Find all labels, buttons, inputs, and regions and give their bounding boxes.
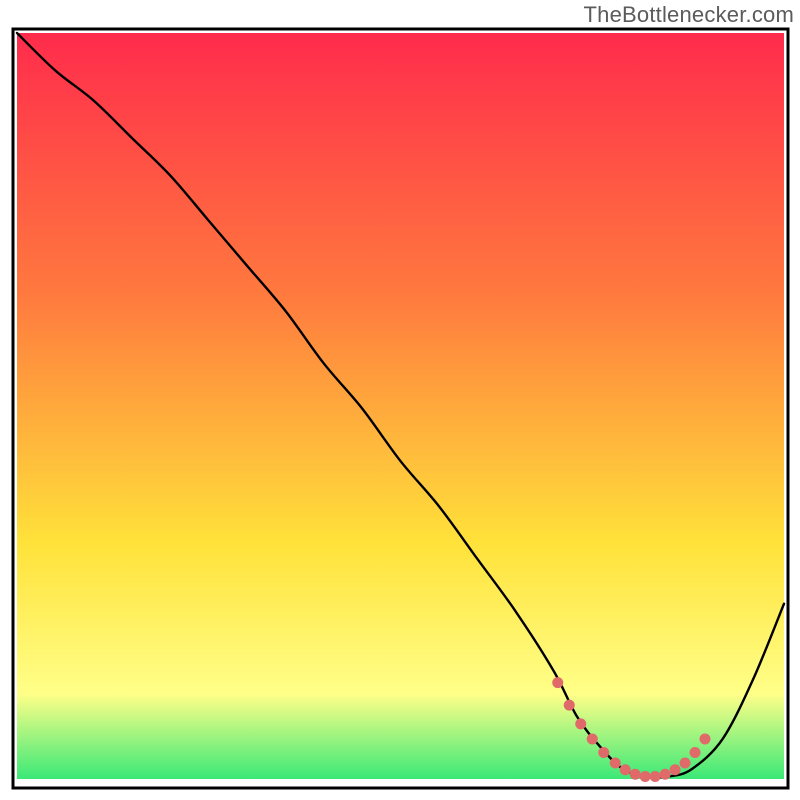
bottleneck-chart [0, 0, 800, 800]
optimal-dot [587, 733, 598, 744]
optimal-dot [610, 757, 621, 768]
optimal-dot [630, 769, 641, 780]
optimal-dot [552, 677, 563, 688]
bottom-axis-gap [17, 779, 784, 784]
optimal-dot [598, 747, 609, 758]
optimal-dot [670, 764, 681, 775]
optimal-dot [640, 771, 651, 782]
optimal-dot [699, 733, 710, 744]
optimal-dot [650, 771, 661, 782]
optimal-dot [575, 718, 586, 729]
optimal-dot [564, 700, 575, 711]
optimal-dot [660, 769, 671, 780]
gradient-plot-area [17, 33, 784, 784]
optimal-dot [620, 764, 631, 775]
optimal-dot [680, 757, 691, 768]
optimal-dot [690, 747, 701, 758]
